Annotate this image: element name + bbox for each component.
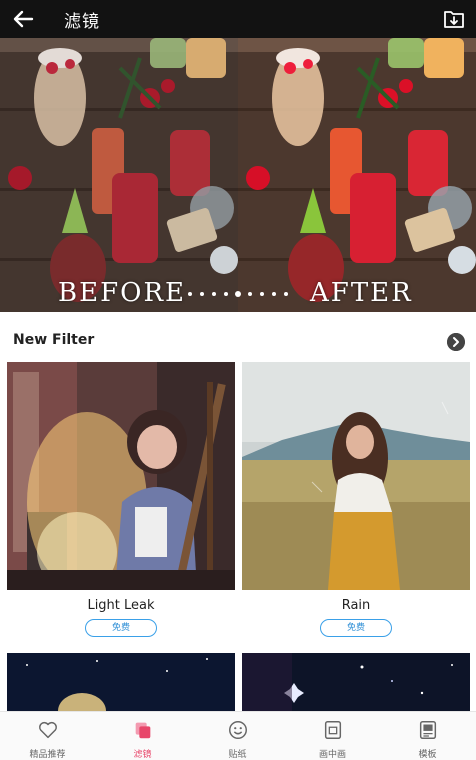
before-label: BEFORE: [58, 278, 186, 308]
free-badge[interactable]: 免费: [85, 619, 157, 637]
picture-in-picture-icon: [324, 721, 342, 739]
divider-dots: [188, 291, 288, 297]
filter-layers-icon: [135, 722, 151, 739]
space-preview-image[interactable]: [7, 653, 235, 713]
tab-label: 滤镜: [133, 750, 152, 760]
page-title: 滤镜: [64, 12, 100, 32]
tab-label: 模板: [418, 750, 437, 760]
tab-label: 画中画: [318, 750, 346, 760]
light-leak-preview-image: [7, 362, 235, 590]
tab-filter[interactable]: 滤镜: [95, 712, 190, 760]
top-bar: 滤镜: [0, 0, 476, 38]
tab-label: 贴纸: [228, 750, 247, 760]
section-title: New Filter: [13, 332, 95, 348]
after-label: AFTER: [310, 278, 413, 308]
tab-stickers[interactable]: 贴纸: [190, 712, 285, 760]
bottom-tab-bar: 精品推荐 滤镜 贴纸 画中画 模板: [0, 711, 476, 760]
filter-name: Light Leak: [87, 598, 155, 613]
tab-templates[interactable]: 模板: [380, 712, 475, 760]
template-icon: [419, 721, 437, 739]
rain-preview-image: [242, 362, 470, 590]
tab-featured[interactable]: 精品推荐: [0, 712, 95, 760]
before-image: [0, 38, 238, 312]
tab-label: 精品推荐: [29, 750, 66, 760]
heart-icon: [39, 721, 57, 739]
before-after-banner[interactable]: BEFORE AFTER: [0, 38, 476, 312]
smile-icon: [229, 721, 247, 739]
filter-name: Rain: [341, 598, 371, 613]
free-badge[interactable]: 免费: [320, 619, 392, 637]
after-image: [238, 38, 476, 312]
stars-preview-image[interactable]: [242, 653, 470, 713]
chevron-right-icon[interactable]: [447, 333, 465, 351]
arrow-left-icon[interactable]: [10, 7, 36, 31]
download-box-icon[interactable]: [442, 7, 466, 31]
tab-picture-in-picture[interactable]: 画中画: [285, 712, 380, 760]
